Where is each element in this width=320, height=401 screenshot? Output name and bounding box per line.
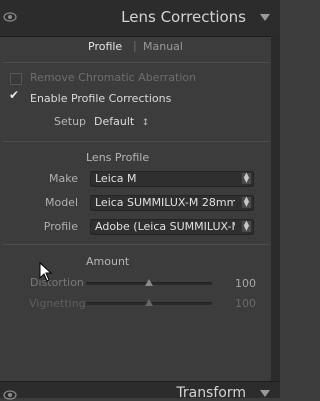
- setup-label: Setup: [54, 115, 87, 128]
- profile-label: Profile: [43, 220, 78, 233]
- select-arrows-icon: ▲ ▼: [242, 171, 251, 184]
- amount-title: Amount: [86, 255, 130, 268]
- model-select[interactable]: Leica SUMMILUX-M 28mm ... ▲▼: [90, 195, 254, 211]
- tab-profile[interactable]: Profile: [88, 40, 122, 53]
- tab-manual[interactable]: Manual: [143, 40, 183, 53]
- remove-ca-label: Remove Chromatic Aberration: [30, 71, 197, 84]
- lens-corrections-header[interactable]: Lens Corrections: [0, 0, 280, 37]
- tab-separator: |: [133, 39, 137, 52]
- profile-value: Adobe (Leica SUMMILUX-M...: [95, 220, 235, 233]
- enable-profile-checkbox[interactable]: ✔: [9, 88, 22, 105]
- panel-title: Lens Corrections: [121, 8, 246, 26]
- profile-manual-tabs: Profile | Manual: [0, 39, 280, 56]
- distortion-slider-thumb[interactable]: [145, 279, 153, 286]
- enable-profile-label: Enable Profile Corrections: [30, 92, 172, 105]
- setup-select[interactable]: Default ↕: [94, 115, 149, 128]
- check-mark-icon: ✔: [9, 88, 20, 102]
- profile-select[interactable]: Adobe (Leica SUMMILUX-M... ▲▼: [90, 219, 254, 235]
- eye-icon[interactable]: [3, 11, 17, 23]
- transform-title: Transform: [176, 385, 246, 401]
- model-label: Model: [44, 196, 78, 209]
- setup-value: Default: [94, 115, 135, 128]
- collapse-triangle-icon[interactable]: [260, 14, 270, 21]
- vignetting-slider-thumb[interactable]: [145, 299, 153, 306]
- remove-ca-checkbox[interactable]: [10, 73, 22, 85]
- scrollbar[interactable]: [271, 36, 280, 381]
- collapse-triangle-icon[interactable]: [260, 390, 270, 397]
- vignetting-value[interactable]: 100: [226, 297, 256, 310]
- lens-profile-title: Lens Profile: [86, 151, 150, 164]
- select-arrows-icon: ▲ ▼: [242, 219, 251, 232]
- eye-icon[interactable]: [3, 389, 17, 401]
- select-arrows-icon: ▲ ▼: [242, 195, 251, 208]
- divider: [3, 244, 269, 245]
- mouse-cursor-icon: [39, 262, 53, 282]
- transform-header[interactable]: Transform: [0, 381, 280, 401]
- vignetting-label: Vignetting: [29, 297, 86, 310]
- make-value: Leica M: [95, 172, 137, 185]
- make-select[interactable]: Leica M ▲ ▼: [90, 171, 254, 187]
- tabs-divider: [3, 62, 269, 63]
- divider: [3, 141, 269, 142]
- make-label: Make: [49, 172, 78, 185]
- model-value: Leica SUMMILUX-M 28mm ...: [95, 196, 235, 209]
- distortion-value[interactable]: 100: [226, 277, 256, 290]
- updown-icon: ↕: [141, 118, 150, 128]
